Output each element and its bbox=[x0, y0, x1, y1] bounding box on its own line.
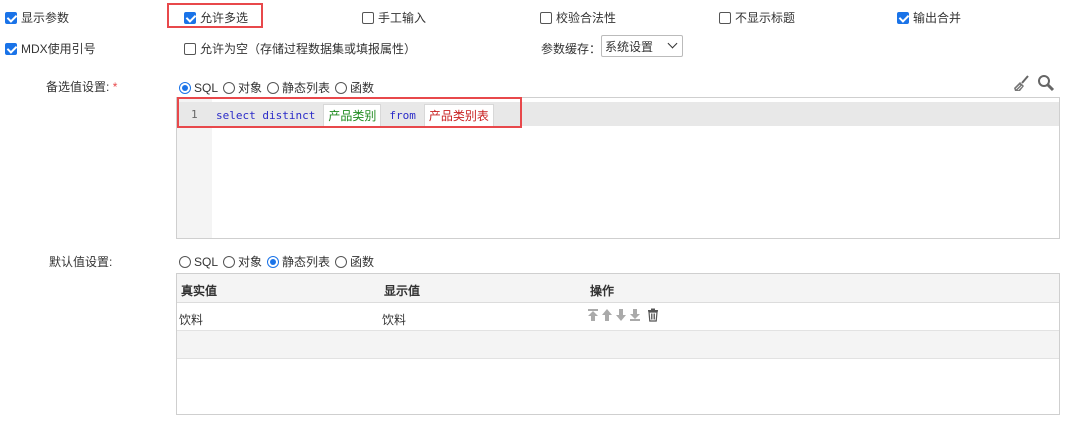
output-merge-checkbox[interactable]: 输出合并 bbox=[897, 9, 961, 26]
column-header-real: 真实值 bbox=[181, 284, 218, 298]
candidate-radio-static-list[interactable]: 静态列表 bbox=[267, 79, 330, 96]
cell-real-value[interactable]: 饮料 bbox=[179, 311, 203, 328]
param-cache-label: 参数缓存： bbox=[541, 42, 602, 56]
candidate-label: 备选值设置: * bbox=[46, 78, 117, 95]
allow-multi-label: 允许多选 bbox=[200, 11, 249, 25]
chevron-down-icon bbox=[667, 38, 678, 49]
table-row[interactable]: 饮料 饮料 bbox=[177, 303, 1059, 331]
allow-empty-label: 允许为空（存储过程数据集或填报属性） bbox=[200, 42, 417, 56]
validate-checkbox[interactable]: 校验合法性 bbox=[540, 9, 616, 26]
radio-icon bbox=[223, 255, 236, 268]
radio-icon bbox=[335, 81, 348, 94]
move-up-icon[interactable] bbox=[601, 308, 613, 322]
radio-label: 对象 bbox=[238, 255, 263, 269]
move-bottom-icon[interactable] bbox=[629, 308, 641, 322]
default-radio-function[interactable]: 函数 bbox=[335, 253, 374, 270]
checkbox-unchecked-icon bbox=[540, 11, 552, 24]
radio-icon bbox=[335, 255, 348, 268]
manual-input-label: 手工输入 bbox=[378, 11, 427, 25]
show-params-checkbox[interactable]: 显示参数 bbox=[5, 9, 69, 26]
radio-icon bbox=[223, 81, 236, 94]
move-top-icon[interactable] bbox=[587, 308, 599, 322]
cell-display-value[interactable]: 饮料 bbox=[382, 311, 406, 328]
manual-input-checkbox[interactable]: 手工输入 bbox=[362, 9, 426, 26]
checkbox-checked-icon bbox=[897, 11, 909, 24]
checkbox-checked-icon bbox=[184, 11, 196, 24]
default-radio-object[interactable]: 对象 bbox=[223, 253, 262, 270]
default-source-radios: SQL 对象 静态列表 函数 bbox=[179, 253, 379, 270]
output-merge-label: 输出合并 bbox=[913, 11, 962, 25]
checkbox-unchecked-icon bbox=[184, 42, 196, 55]
mdx-quote-label: MDX使用引号 bbox=[21, 42, 96, 56]
column-header-actions: 操作 bbox=[590, 284, 615, 298]
radio-label: 静态列表 bbox=[282, 81, 331, 95]
required-mark: * bbox=[112, 80, 118, 94]
checkbox-unchecked-icon bbox=[719, 11, 731, 24]
radio-label: 静态列表 bbox=[282, 255, 331, 269]
param-cache-value: 系统设置 bbox=[605, 39, 654, 54]
radio-label: 对象 bbox=[238, 81, 263, 95]
move-down-icon[interactable] bbox=[615, 308, 627, 322]
table-header: 真实值 显示值 操作 bbox=[177, 274, 1059, 303]
sql-line-highlight bbox=[177, 97, 522, 128]
hide-title-label: 不显示标题 bbox=[735, 11, 796, 25]
checkbox-checked-icon bbox=[5, 42, 17, 55]
show-params-label: 显示参数 bbox=[21, 11, 70, 25]
radio-label: 函数 bbox=[350, 255, 375, 269]
checkbox-checked-icon bbox=[5, 11, 17, 24]
default-radio-sql[interactable]: SQL bbox=[179, 255, 218, 269]
column-header-display: 显示值 bbox=[384, 284, 421, 298]
table-row-empty[interactable] bbox=[177, 331, 1059, 359]
candidate-radio-function[interactable]: 函数 bbox=[335, 79, 374, 96]
validate-label: 校验合法性 bbox=[556, 11, 617, 25]
search-icon[interactable] bbox=[1036, 73, 1056, 93]
radio-icon bbox=[179, 255, 191, 268]
row-actions bbox=[587, 308, 661, 322]
radio-selected-icon bbox=[267, 255, 280, 268]
allow-multi-checkbox[interactable]: 允许多选 bbox=[184, 9, 248, 26]
candidate-radio-sql[interactable]: SQL bbox=[179, 81, 218, 95]
hide-title-checkbox[interactable]: 不显示标题 bbox=[719, 9, 795, 26]
radio-selected-icon bbox=[179, 81, 191, 94]
default-label: 默认值设置: bbox=[49, 255, 113, 269]
checkbox-unchecked-icon bbox=[362, 11, 374, 24]
param-cache-select[interactable]: 系统设置 bbox=[601, 35, 683, 57]
default-values-table: 真实值 显示值 操作 饮料 饮料 bbox=[176, 273, 1060, 415]
mdx-quote-checkbox[interactable]: MDX使用引号 bbox=[5, 40, 96, 57]
candidate-radio-object[interactable]: 对象 bbox=[223, 79, 262, 96]
radio-label: SQL bbox=[194, 254, 219, 269]
allow-empty-checkbox[interactable]: 允许为空（存储过程数据集或填报属性） bbox=[184, 40, 416, 57]
radio-label: SQL bbox=[194, 80, 219, 95]
candidate-source-radios: SQL 对象 静态列表 函数 bbox=[179, 79, 379, 96]
trash-icon[interactable] bbox=[647, 308, 659, 322]
default-radio-static-list[interactable]: 静态列表 bbox=[267, 253, 330, 270]
radio-label: 函数 bbox=[350, 81, 375, 95]
radio-icon bbox=[267, 81, 280, 94]
candidate-label-text: 备选值设置: bbox=[46, 80, 110, 94]
broom-icon[interactable] bbox=[1011, 74, 1031, 94]
